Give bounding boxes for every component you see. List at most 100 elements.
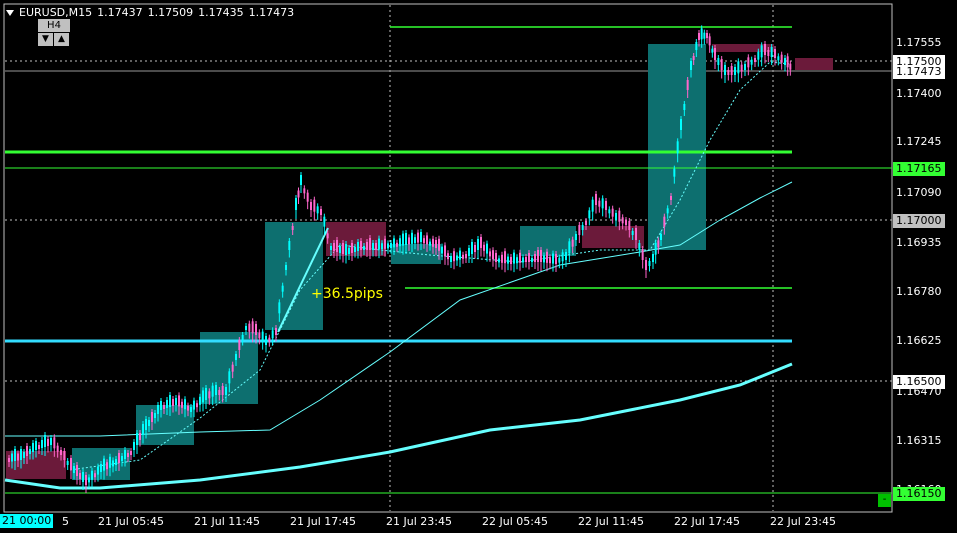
bear-candle [17,453,19,461]
bull-candle [477,239,479,250]
bear-candle [571,239,574,247]
bull-candle [399,238,401,247]
bull-candle [103,458,105,471]
bull-candle [717,58,720,65]
bull-candle [133,442,135,450]
price-tick: 1.17245 [896,135,942,148]
bear-candle [663,216,666,227]
bull-candle [281,285,284,292]
ohlc-close: 1.17473 [248,6,295,19]
bull-candle [169,395,171,407]
bear-candle [238,340,241,350]
timeframe-down-icon[interactable]: ▼ [38,33,53,46]
bull-candle [295,198,297,210]
bull-candle [109,456,111,468]
bull-candle [29,449,31,454]
bull-candle [498,258,500,263]
bull-candle [552,253,554,264]
bear-candle [130,451,132,455]
bull-candle [148,420,150,426]
bear-candle [151,412,153,422]
timeframe-up-icon[interactable]: ▲ [54,33,69,46]
bear-candle [320,209,322,215]
bull-candle [638,243,641,250]
bear-candle [789,63,792,70]
bear-candle [645,260,647,270]
bear-candle [139,433,141,440]
bear-candle [268,337,271,342]
bull-candle [456,255,458,261]
collapse-button[interactable]: - [878,494,891,507]
time-axis[interactable]: 21 Jul 05:45 21 Jul 11:45 21 Jul 17:45 2… [0,512,893,533]
bull-candle [235,354,237,360]
bear-candle [525,257,527,262]
bull-candle [73,466,75,473]
price-chart[interactable] [0,0,957,533]
bear-candle [351,243,353,253]
bear-candle [8,458,10,462]
bull-candle [666,208,669,214]
bear-candle [63,451,66,460]
bear-candle [549,257,551,264]
bear-candle [774,49,776,58]
bull-candle [115,459,117,465]
time-tick: 21 Jul 11:45 [194,515,260,528]
bear-candle [76,465,78,476]
bear-candle [528,253,530,262]
bull-candle [354,247,356,252]
bull-candle [676,141,679,154]
price-axis[interactable]: 1.17555 1.17400 1.17245 1.17090 1.16935 … [893,0,957,533]
bear-candle [310,202,312,210]
bull-candle [703,32,706,39]
bear-candle [396,242,398,247]
bull-candle [750,59,753,65]
bull-candle [345,244,347,255]
bear-candle [297,190,300,198]
bull-candle [784,58,786,65]
bull-candle [652,254,654,262]
bear-candle [85,475,87,485]
time-tick: 22 Jul 23:45 [770,515,836,528]
bull-candle [184,399,186,410]
bull-candle [20,449,22,460]
bear-candle [79,473,81,479]
bull-candle [654,242,657,255]
bear-candle [641,249,644,260]
bear-candle [178,395,180,407]
bear-candle [313,199,316,212]
chart-area[interactable] [0,0,957,533]
bear-candle [625,220,627,225]
bull-candle [429,241,431,246]
bull-candle [41,440,43,448]
timeframe-selector[interactable]: H4 ▼ ▲ [38,19,70,47]
bull-candle [673,168,676,177]
bear-candle [118,453,120,463]
bear-candle [495,253,497,262]
bull-candle [516,257,518,264]
bull-candle [390,243,392,248]
bear-candle [708,36,711,46]
time-tick-partial: 5 [62,515,69,528]
bull-candle [145,419,147,430]
bear-candle [670,196,672,200]
bear-candle [196,403,198,408]
bear-candle [483,244,485,251]
bear-candle [26,446,28,456]
bear-candle [38,445,40,449]
bull-candle [441,246,443,254]
bear-candle [163,405,165,409]
bear-candle [534,254,536,262]
dropdown-icon[interactable] [6,9,14,16]
bear-candle [754,58,756,62]
bull-candle [300,175,302,185]
bull-candle [205,388,207,400]
bull-candle [565,252,567,260]
bear-candle [56,445,59,452]
bull-candle [190,407,192,412]
price-tick: 1.17555 [896,36,942,49]
bear-candle [720,59,723,70]
bull-candle [777,56,780,61]
bear-candle [435,240,437,248]
bear-candle [172,399,174,406]
bull-candle [734,67,736,75]
